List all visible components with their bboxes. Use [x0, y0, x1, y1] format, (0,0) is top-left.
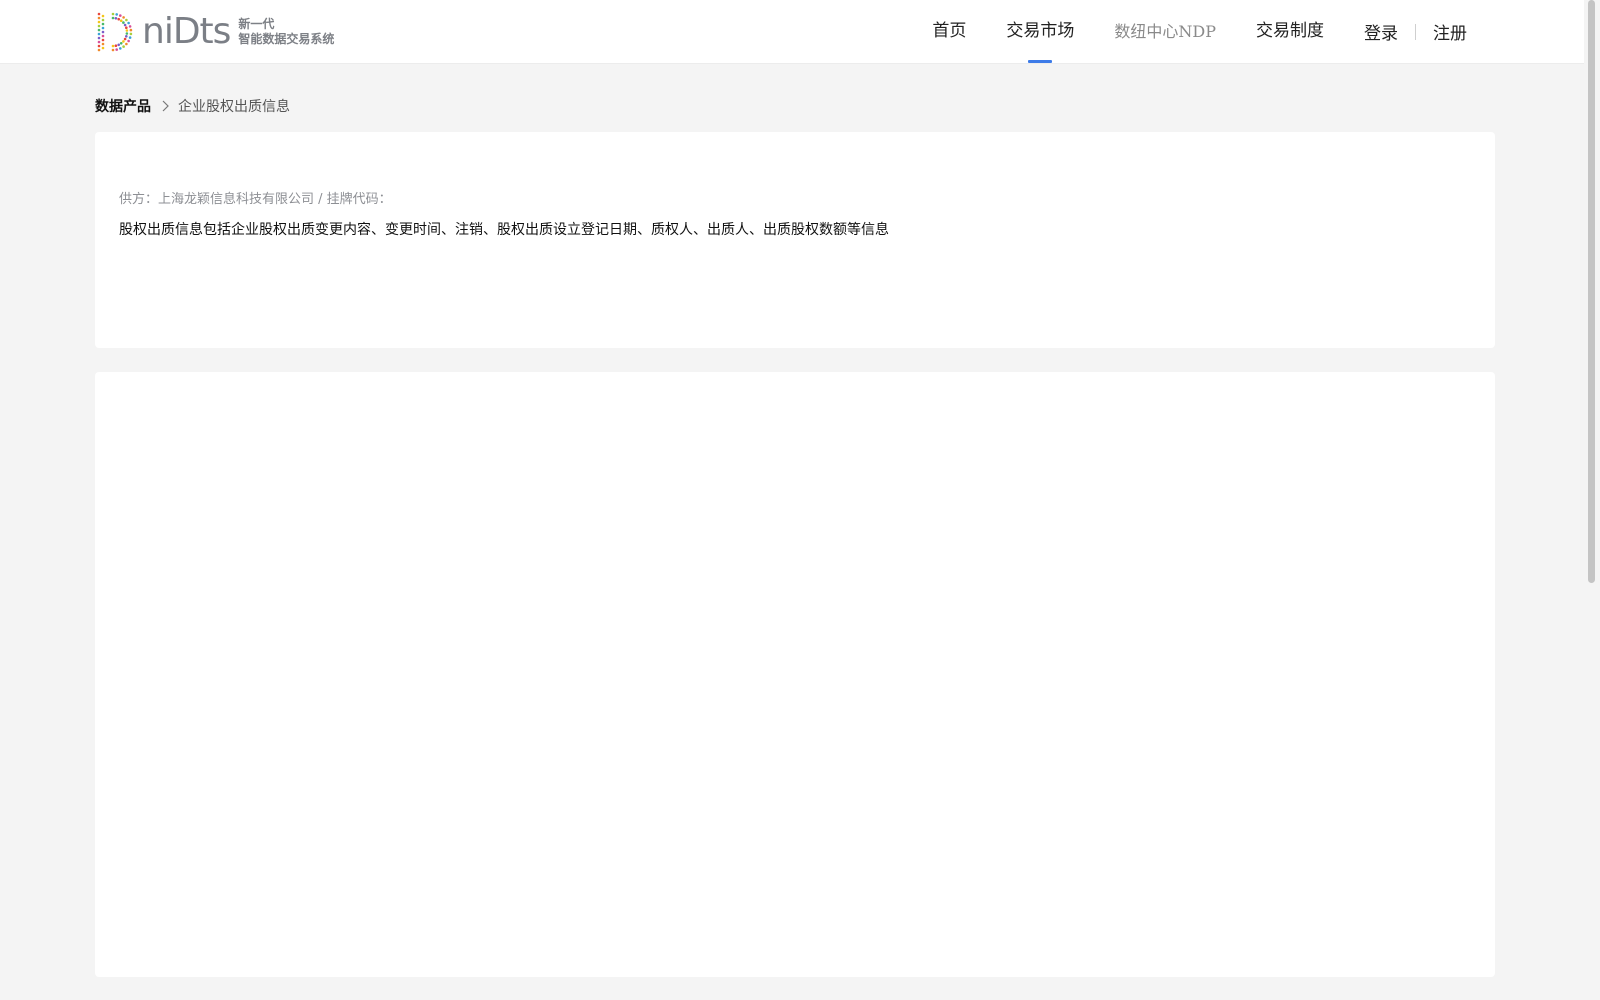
- logo-dot: [97, 36, 101, 40]
- logo-dot: [97, 20, 101, 24]
- logo-dot: [101, 14, 105, 18]
- logo-dot: [125, 42, 128, 46]
- provider-line: 供方：上海龙颖信息科技有限公司 / 挂牌代码：: [119, 192, 392, 207]
- logo-dot: [117, 17, 120, 21]
- logo-wordmark: niDts: [142, 11, 231, 52]
- logo-dot: [122, 40, 125, 43]
- logo-dot: [123, 23, 127, 27]
- logo-dot: [123, 37, 127, 41]
- chevron-right-icon: [161, 100, 169, 112]
- logo-dot: [101, 42, 105, 46]
- logo-dot: [111, 12, 115, 16]
- nav-item-home[interactable]: 首页: [932, 0, 966, 63]
- logo-dot: [101, 18, 105, 22]
- logo-dot: [127, 39, 130, 43]
- logo-dot: [127, 21, 130, 25]
- scrollbar-thumb[interactable]: [1588, 0, 1595, 583]
- logo-dot: [97, 48, 101, 52]
- nav-item-rules[interactable]: 交易制度: [1256, 0, 1324, 63]
- top-header: niDts 新一代 智能数据交易系统 首页 交易市场 数纽中心NDP 交易制度 …: [0, 0, 1584, 64]
- logo-dot: [101, 22, 105, 26]
- logo-dot: [125, 26, 128, 30]
- logo-dot: [119, 47, 122, 50]
- logo-dot: [125, 18, 128, 22]
- logo-tagline: 新一代 智能数据交易系统: [238, 17, 334, 47]
- logo-dot: [111, 44, 115, 48]
- logo-dot: [97, 24, 101, 28]
- logo-dot: [114, 17, 118, 20]
- logo-dot: [115, 48, 118, 51]
- logo-dot: [119, 42, 123, 45]
- logo-dot: [114, 44, 118, 47]
- dotted-d-logo-icon: [97, 12, 133, 52]
- logo-dot: [128, 36, 132, 39]
- logo-tagline-line1: 新一代: [238, 17, 275, 31]
- logo-dot: [97, 40, 101, 44]
- logo-dot: [97, 16, 101, 20]
- logo-dot: [129, 28, 133, 32]
- logo-dot: [125, 32, 129, 35]
- breadcrumb: 数据产品 企业股权出质信息: [95, 96, 290, 116]
- login-link[interactable]: 登录: [1364, 19, 1398, 44]
- logo-dot: [97, 28, 101, 32]
- product-content-panel: [95, 372, 1495, 977]
- logo-dot: [122, 45, 125, 48]
- logo-dot: [125, 29, 129, 32]
- auth-divider: [1415, 23, 1416, 40]
- logo-dot: [101, 26, 105, 30]
- logo-dot: [128, 25, 132, 28]
- logo-dot: [122, 21, 125, 24]
- logo-dot: [101, 34, 105, 38]
- logo-dot: [97, 32, 101, 36]
- breadcrumb-root[interactable]: 数据产品: [95, 96, 151, 116]
- product-description: 股权出质信息包括企业股权出质变更内容、变更时间、注销、股权出质设立登记日期、质权…: [119, 222, 889, 238]
- logo-dot: [125, 35, 128, 38]
- nav-item-market[interactable]: 交易市场: [1006, 0, 1074, 63]
- nav-item-ndp[interactable]: 数纽中心NDP: [1114, 0, 1216, 63]
- page-scrollbar[interactable]: [1584, 0, 1600, 1000]
- product-info-card: 供方：上海龙颖信息科技有限公司 / 挂牌代码： 股权出质信息包括企业股权出质变更…: [95, 132, 1495, 348]
- logo-dot: [97, 44, 101, 48]
- logo-dot: [129, 32, 133, 36]
- logo-tagline-line2: 智能数据交易系统: [238, 32, 335, 46]
- breadcrumb-current: 企业股权出质信息: [178, 99, 290, 115]
- logo-dot: [122, 16, 125, 19]
- register-link[interactable]: 注册: [1433, 19, 1467, 44]
- logo-dot: [119, 19, 123, 22]
- logo-dot: [115, 13, 118, 16]
- logo-dot: [101, 30, 105, 34]
- logo-dot: [101, 46, 105, 50]
- logo-dot: [111, 16, 115, 20]
- logo-dot: [117, 43, 120, 47]
- logo-dot: [119, 14, 122, 17]
- main-nav: 首页 交易市场 数纽中心NDP 交易制度 登录 注册: [892, 0, 1467, 63]
- logo-dot: [97, 12, 101, 16]
- logo-dot: [101, 38, 105, 42]
- site-logo[interactable]: niDts 新一代 智能数据交易系统: [93, 9, 334, 55]
- logo-dot: [111, 48, 115, 52]
- auth-links: 登录 注册: [1364, 0, 1467, 63]
